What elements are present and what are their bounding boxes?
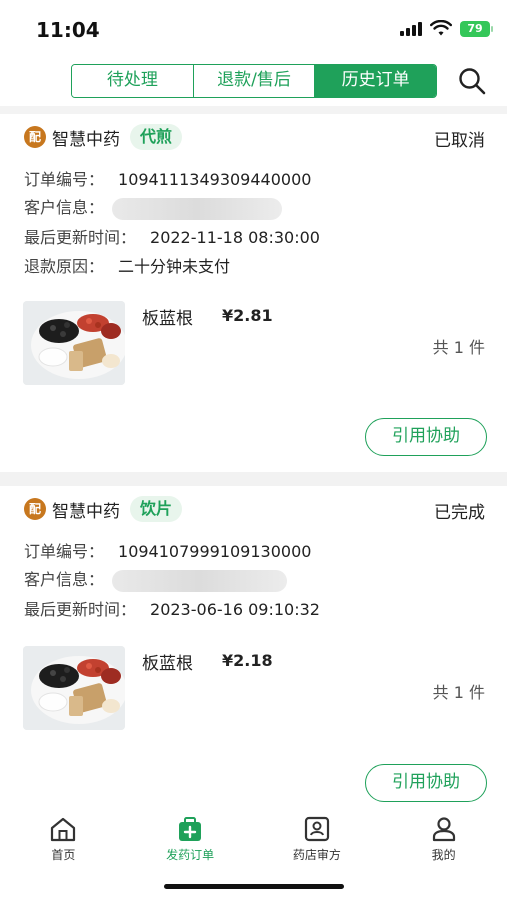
cite-assist-button[interactable]: 引用协助: [365, 418, 487, 456]
customer-info-row: 客户信息：: [24, 566, 288, 592]
medicine-bag-icon: [179, 817, 202, 841]
section-divider: [0, 106, 507, 114]
order-number-row: 订单编号： 1094107999109130000: [24, 542, 312, 561]
order-card[interactable]: 配 智慧中药 代煎 已取消 订单编号： 1094111349309440000 客…: [0, 114, 507, 472]
customer-info-row: 客户信息：: [24, 194, 283, 220]
tab-pending[interactable]: 待处理: [72, 65, 194, 97]
signal-icon: [400, 22, 422, 36]
product-image: [23, 301, 125, 385]
order-card[interactable]: 配 智慧中药 饮片 已完成 订单编号： 1094107999109130000 客…: [0, 486, 507, 806]
refund-reason-row: 退款原因： 二十分钟未支付: [24, 253, 230, 277]
home-indicator[interactable]: [164, 884, 344, 889]
order-number: 1094107999109130000: [118, 542, 312, 561]
order-header: 配 智慧中药 代煎: [24, 124, 183, 150]
shop-name: 智慧中药: [52, 129, 120, 150]
product-price: ¥2.81: [222, 306, 273, 325]
nav-item-home[interactable]: 首页: [0, 808, 127, 878]
process-type-tag: 代煎: [130, 124, 183, 150]
card-separator: [0, 472, 507, 486]
nav-label-home: 首页: [51, 848, 76, 862]
delivery-badge-icon: 配: [24, 126, 46, 148]
tab-history-orders[interactable]: 历史订单: [315, 65, 436, 97]
delivery-badge-icon: 配: [24, 498, 46, 520]
product-name: 板蓝根: [142, 309, 193, 329]
cite-assist-button[interactable]: 引用协助: [365, 764, 487, 802]
nav-item-mine[interactable]: 我的: [380, 808, 507, 878]
nav-label-mine: 我的: [431, 848, 456, 862]
status-time: 11:04: [36, 18, 100, 42]
nav-item-prescription-review[interactable]: 药店审方: [254, 808, 381, 878]
shop-name: 智慧中药: [52, 501, 120, 522]
product-image: [23, 646, 125, 730]
user-icon: [432, 817, 455, 842]
customer-info-redacted: [112, 197, 283, 220]
order-number: 1094111349309440000: [118, 170, 312, 189]
refund-reason: 二十分钟未支付: [118, 257, 231, 276]
battery-icon: 79: [460, 21, 493, 37]
order-header: 配 智慧中药 饮片: [24, 496, 183, 522]
nav-item-dispense-orders[interactable]: 发药订单: [127, 808, 254, 878]
item-quantity: 共 1 件: [432, 683, 485, 702]
home-icon: [51, 817, 76, 842]
updated-time-row: 最后更新时间： 2022-11-18 08:30:00: [24, 228, 320, 247]
order-tabs: 待处理 退款/售后 历史订单: [71, 64, 437, 98]
product-name: 板蓝根: [142, 654, 193, 674]
item-quantity: 共 1 件: [432, 338, 485, 357]
app-screen: 11:04 79 待处理 退款/售后 历史订单 配 智慧中药 代煎 已取消 订单…: [0, 0, 507, 900]
status-bar: 11:04 79: [0, 0, 507, 56]
customer-info-redacted: [112, 569, 288, 592]
product-price: ¥2.18: [222, 651, 273, 670]
process-type-tag: 饮片: [130, 496, 183, 522]
bottom-nav: 首页 发药订单 药店审方 我的: [0, 808, 507, 878]
nav-label-dispense-orders: 发药订单: [166, 848, 215, 862]
updated-time-row: 最后更新时间： 2023-06-16 09:10:32: [24, 600, 320, 619]
tab-refund-aftersale[interactable]: 退款/售后: [193, 65, 316, 97]
wifi-icon: [430, 20, 452, 36]
order-number-row: 订单编号： 1094111349309440000: [24, 170, 312, 189]
order-status: 已取消: [434, 131, 485, 151]
search-icon[interactable]: [457, 66, 487, 96]
updated-time: 2023-06-16 09:10:32: [150, 600, 320, 619]
order-status: 已完成: [434, 503, 485, 523]
prescription-review-icon: [304, 816, 329, 842]
updated-time: 2022-11-18 08:30:00: [150, 228, 320, 247]
nav-label-prescription-review: 药店审方: [292, 848, 341, 862]
